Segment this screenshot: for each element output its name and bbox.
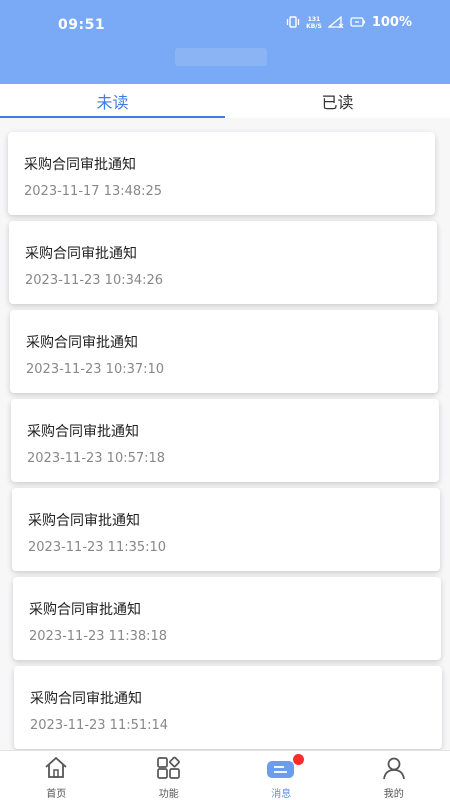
- message-time: 2023-11-23 10:57:18: [27, 451, 166, 466]
- nav-profile[interactable]: 我的: [338, 751, 450, 800]
- message-time: 2023-11-23 11:38:18: [29, 629, 168, 644]
- home-icon: [43, 756, 69, 784]
- message-card[interactable]: 采购合同审批通知 2023-11-23 10:34:26: [9, 221, 437, 304]
- battery-icon: [350, 13, 366, 32]
- unread-badge: [293, 754, 304, 765]
- message-card[interactable]: 采购合同审批通知 2023-11-17 13:48:25: [8, 132, 435, 215]
- net-speed-value: 131: [307, 15, 321, 23]
- app-header: 09:51 131 KB/S 100%: [0, 0, 450, 84]
- battery-level: 100%: [371, 15, 412, 30]
- message-card[interactable]: 采购合同审批通知 2023-11-23 10:37:10: [10, 310, 438, 393]
- header-title-placeholder: [175, 48, 267, 66]
- status-time: 09:51: [58, 17, 106, 33]
- message-time: 2023-11-23 10:37:10: [26, 362, 165, 377]
- message-title: 采购合同审批通知: [30, 691, 142, 707]
- message-icon: [266, 756, 296, 784]
- message-title: 采购合同审批通知: [27, 424, 139, 440]
- nav-home-label: 首页: [46, 789, 67, 800]
- nav-functions-label: 功能: [158, 789, 179, 800]
- user-icon: [381, 756, 407, 784]
- apps-icon: [156, 756, 182, 784]
- message-title: 采购合同审批通知: [24, 157, 136, 173]
- nav-messages-label: 消息: [271, 789, 292, 800]
- message-time: 2023-11-23 10:34:26: [25, 273, 164, 288]
- message-title: 采购合同审批通知: [26, 335, 138, 351]
- message-time: 2023-11-23 11:35:10: [28, 540, 167, 555]
- message-list[interactable]: 采购合同审批通知 2023-11-17 13:48:25 采购合同审批通知 20…: [0, 118, 450, 750]
- net-speed-icon: 131 KB/S: [306, 16, 322, 30]
- message-card[interactable]: 采购合同审批通知 2023-11-23 11:51:14: [14, 666, 442, 749]
- message-card[interactable]: 采购合同审批通知 2023-11-23 10:57:18: [11, 399, 439, 482]
- tab-read[interactable]: 已读: [225, 84, 450, 118]
- net-speed-unit: KB/S: [306, 22, 322, 30]
- nav-messages[interactable]: 消息: [225, 751, 338, 800]
- nav-home[interactable]: 首页: [0, 751, 113, 800]
- message-title: 采购合同审批通知: [25, 246, 137, 262]
- bottom-nav: 首页 功能 消息 我的: [0, 750, 450, 800]
- message-time: 2023-11-23 11:51:14: [30, 718, 169, 733]
- message-title: 采购合同审批通知: [28, 513, 140, 529]
- status-icons: 131 KB/S 100%: [286, 13, 412, 32]
- message-tabs: 未读 已读: [0, 84, 450, 118]
- nav-profile-label: 我的: [383, 789, 404, 800]
- message-card[interactable]: 采购合同审批通知 2023-11-23 11:38:18: [13, 577, 441, 660]
- message-time: 2023-11-17 13:48:25: [24, 184, 163, 199]
- signal-icon: [327, 13, 344, 32]
- vibrate-icon: [286, 13, 300, 32]
- tab-unread[interactable]: 未读: [0, 84, 225, 118]
- message-title: 采购合同审批通知: [29, 602, 141, 618]
- nav-functions[interactable]: 功能: [113, 751, 226, 800]
- message-card[interactable]: 采购合同审批通知 2023-11-23 11:35:10: [12, 488, 440, 571]
